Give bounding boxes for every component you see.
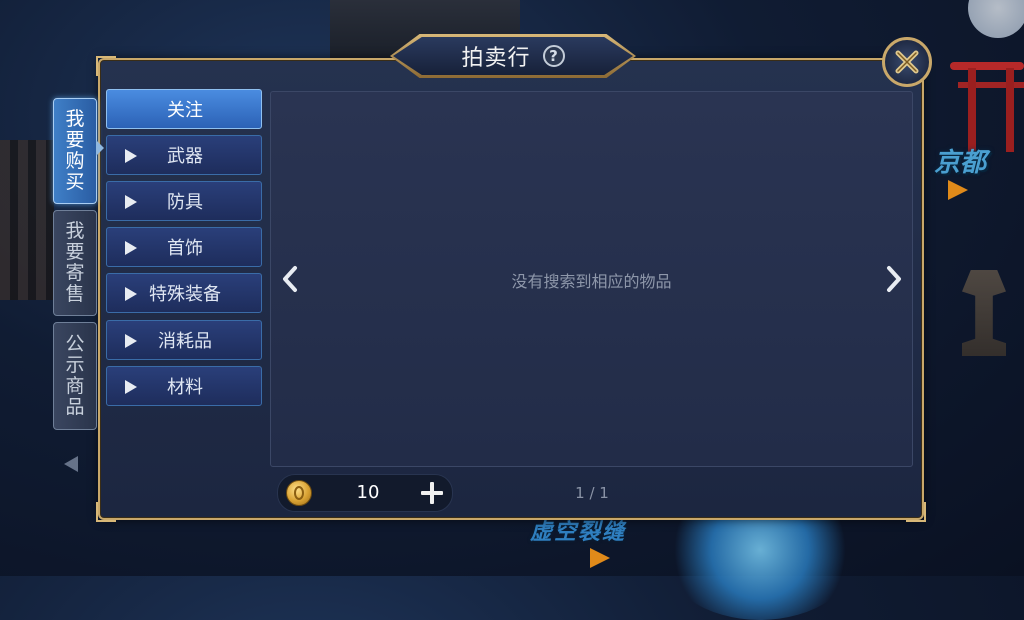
category-materials[interactable]: 材料 (106, 366, 262, 406)
chevron-right-icon (887, 266, 901, 292)
panel-corner-ornament (96, 502, 116, 522)
close-icon (895, 50, 919, 74)
category-favorites[interactable]: 关注 (106, 89, 262, 129)
tab-public-char: 公 (65, 333, 85, 355)
tab-sell-char: 我 (65, 220, 85, 242)
map-arrow-icon[interactable] (590, 548, 610, 568)
tab-public-listings[interactable]: 公 示 商 品 (53, 322, 97, 430)
tab-public-char: 示 (65, 354, 85, 376)
category-weapons[interactable]: 武器 (106, 135, 262, 175)
category-label: 消耗品 (158, 331, 212, 352)
category-label: 防具 (167, 192, 203, 213)
category-armor[interactable]: 防具 (106, 181, 262, 221)
page-indicator: 1 / 1 (575, 484, 609, 502)
title-plate: 拍卖行 ? (393, 37, 633, 75)
tab-sell-char: 寄 (65, 262, 85, 284)
category-label: 关注 (167, 100, 203, 121)
panel-corner-ornament (906, 502, 926, 522)
category-consumables[interactable]: 消耗品 (106, 320, 262, 360)
tab-buy-char: 我 (65, 108, 85, 130)
tab-sell[interactable]: 我 要 寄 售 (53, 210, 97, 316)
category-label: 武器 (167, 146, 203, 167)
next-page-button[interactable] (882, 264, 906, 294)
category-accessories[interactable]: 首饰 (106, 227, 262, 267)
item-list-area: 没有搜索到相应的物品 (270, 91, 913, 467)
stone-lantern-decoration (962, 270, 1006, 356)
tab-buy[interactable]: 我 要 购 买 (53, 98, 97, 204)
prev-page-button[interactable] (278, 264, 302, 294)
close-button[interactable] (882, 37, 932, 87)
tab-public-char: 品 (65, 396, 85, 418)
moon-decoration (968, 0, 1024, 38)
category-label: 材料 (167, 377, 203, 398)
category-label: 首饰 (167, 238, 203, 259)
tab-sell-char: 要 (65, 241, 85, 263)
tab-buy-char: 买 (65, 171, 85, 193)
category-label: 特殊装备 (149, 284, 221, 305)
currency-amount: 10 (356, 482, 380, 503)
map-arrow-icon[interactable] (948, 180, 968, 200)
add-currency-button[interactable] (418, 479, 446, 507)
map-location-label[interactable]: 京都 (934, 142, 986, 179)
gold-coin-icon (286, 480, 312, 506)
help-icon[interactable]: ? (542, 45, 565, 67)
panel-corner-ornament (96, 56, 116, 76)
category-special-equipment[interactable]: 特殊装备 (106, 273, 262, 313)
chevron-left-icon (283, 266, 297, 292)
tab-buy-char: 要 (65, 129, 85, 151)
fence-decoration (0, 140, 54, 300)
currency-display: 10 (277, 474, 453, 512)
empty-results-message: 没有搜索到相应的物品 (511, 272, 672, 291)
collapse-arrow-icon (64, 456, 78, 472)
tab-sell-char: 售 (65, 283, 85, 305)
page-title: 拍卖行 (461, 46, 531, 71)
tab-buy-char: 购 (65, 150, 85, 172)
active-tab-pointer-icon (96, 140, 104, 156)
torii-gate-decoration (950, 62, 1024, 152)
tab-public-char: 商 (65, 375, 85, 397)
